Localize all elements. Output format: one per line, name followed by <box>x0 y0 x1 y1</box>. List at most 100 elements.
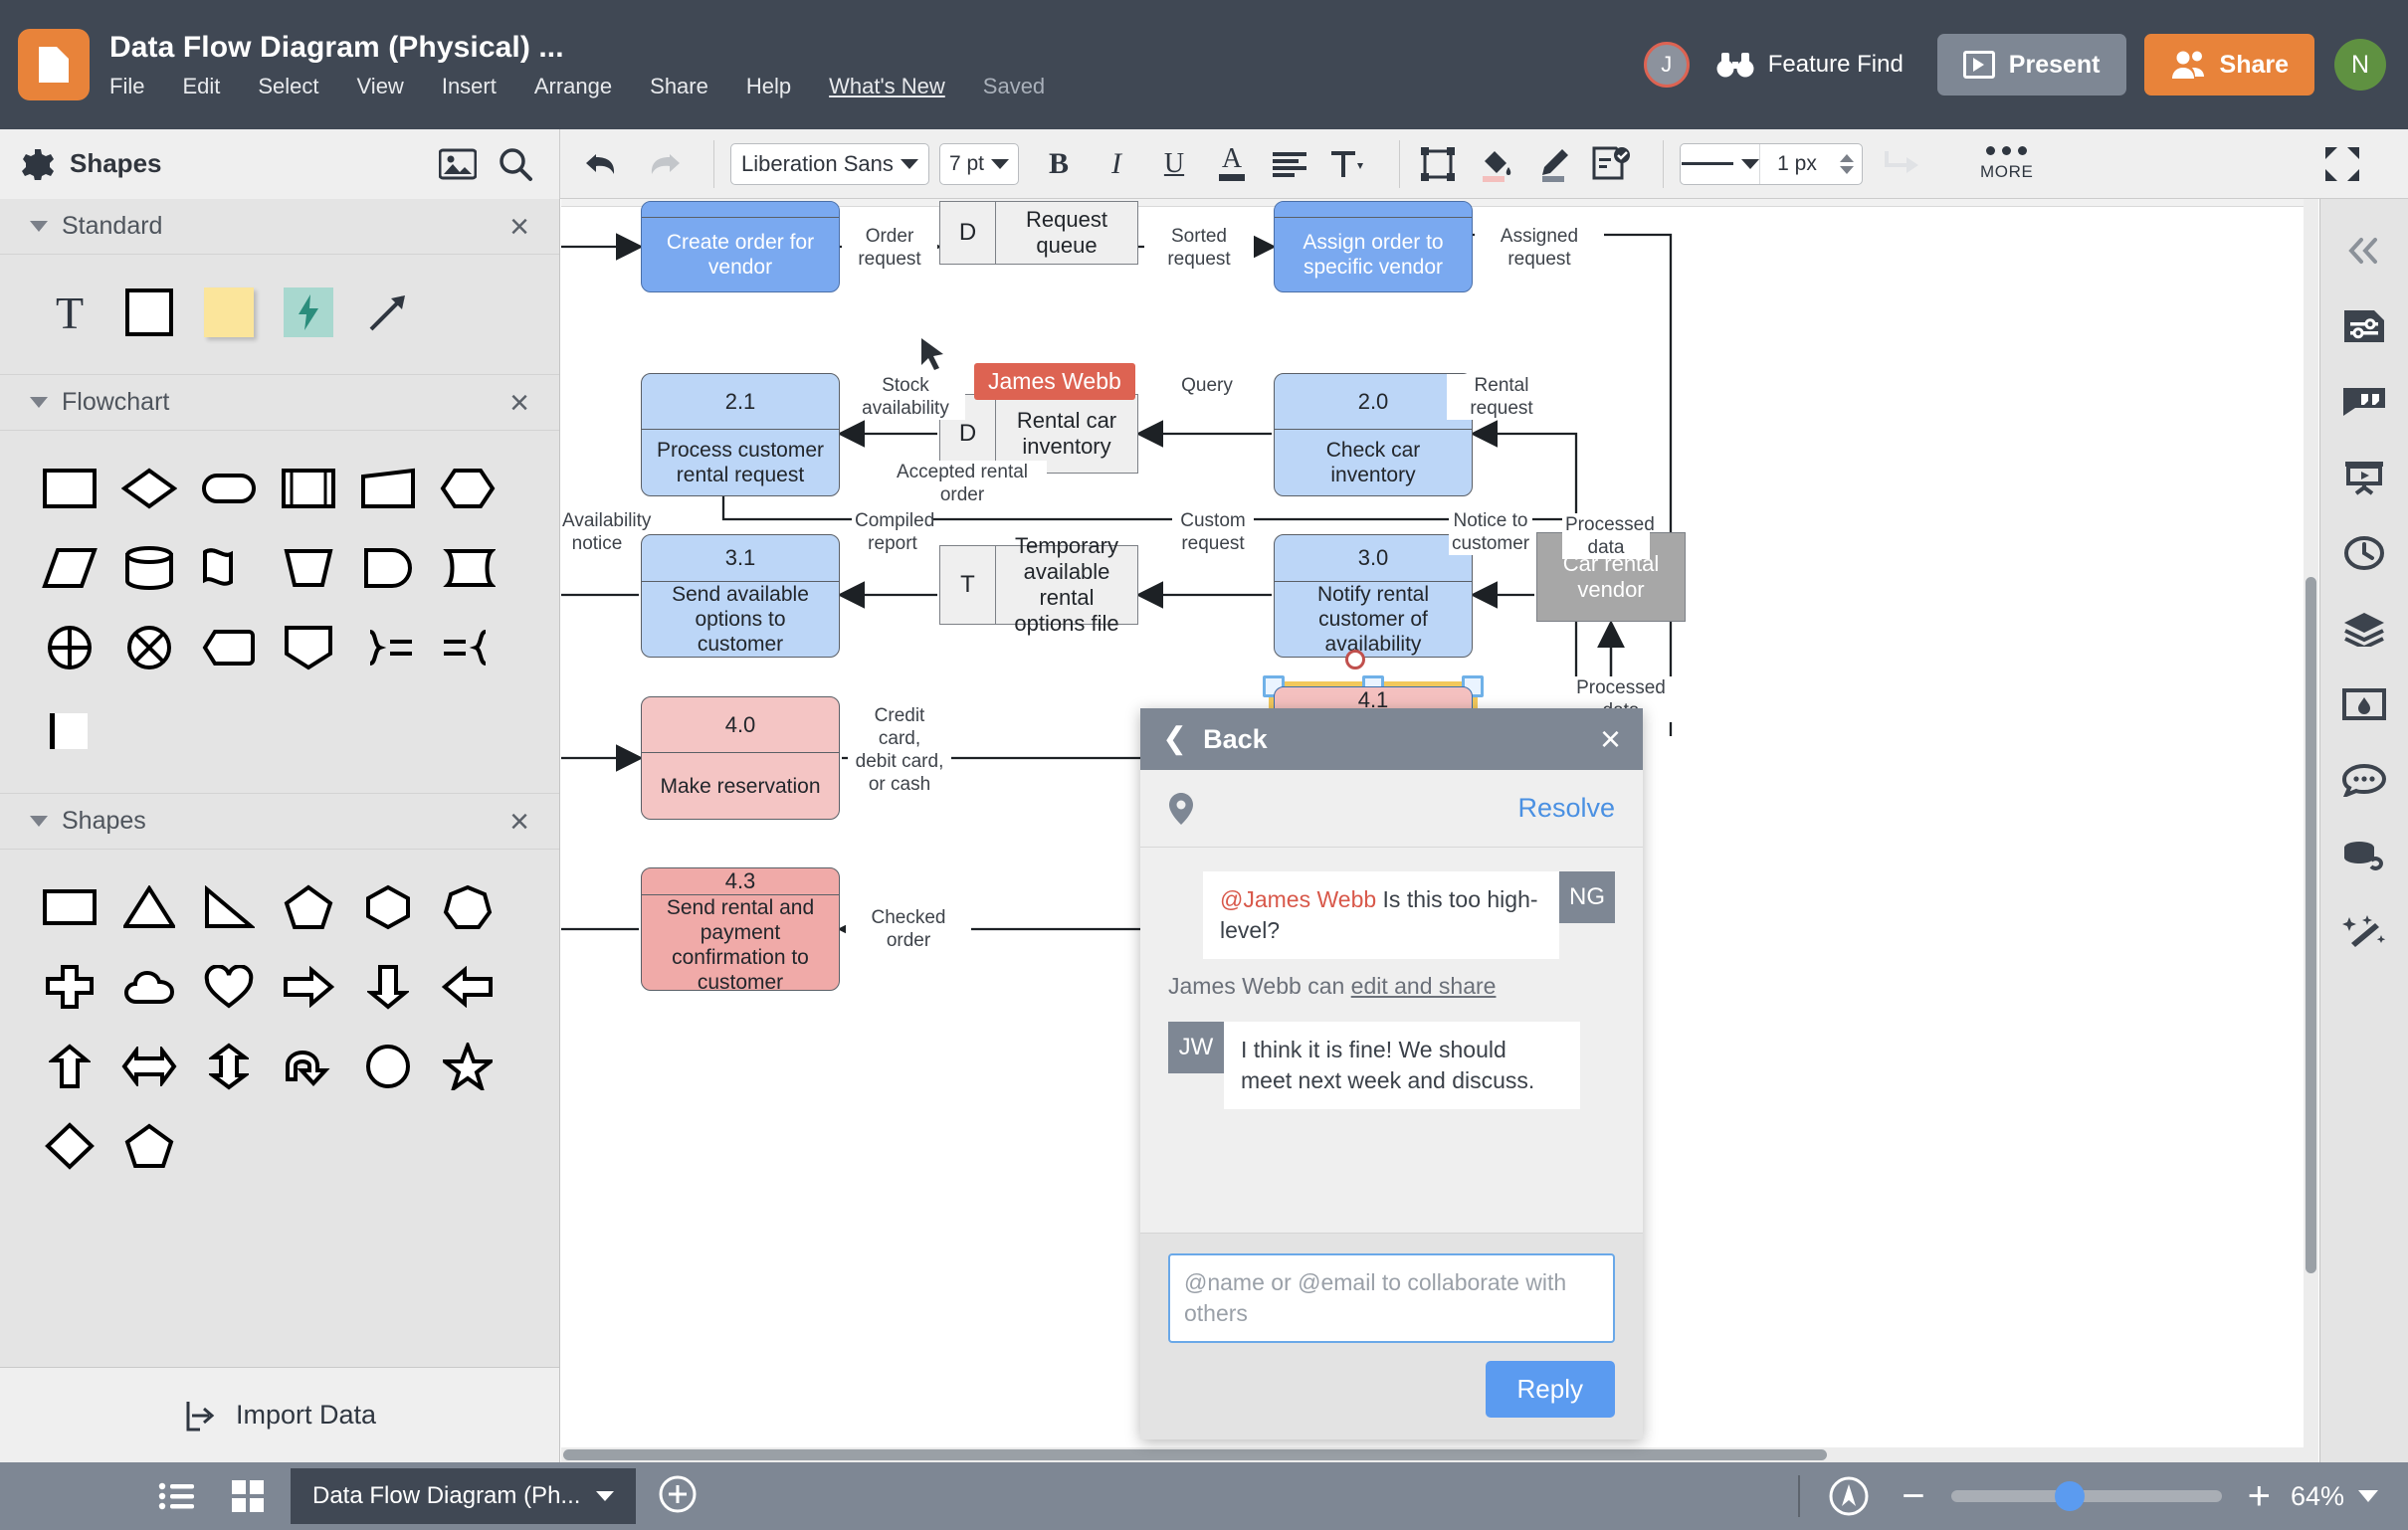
shape-database-cylinder[interactable] <box>109 528 189 608</box>
shape-rectangle[interactable] <box>109 273 189 352</box>
back-button[interactable]: Back <box>1203 724 1268 755</box>
vertical-scrollbar[interactable] <box>2304 199 2318 1462</box>
shape-summing-junction[interactable] <box>30 608 109 687</box>
resolve-button[interactable]: Resolve <box>1517 793 1615 824</box>
feature-find-button[interactable]: Feature Find <box>1715 51 1904 79</box>
line-style-select[interactable] <box>1681 143 1760 184</box>
reply-button[interactable]: Reply <box>1485 1361 1615 1418</box>
section-header-standard[interactable]: Standard × <box>0 199 559 255</box>
horizontal-scrollbar[interactable] <box>561 1447 2318 1462</box>
shape-arrow-left[interactable] <box>428 947 507 1027</box>
menu-insert[interactable]: Insert <box>442 74 497 99</box>
chevron-down-icon[interactable] <box>2358 1490 2378 1502</box>
search-icon[interactable] <box>492 140 539 188</box>
close-icon[interactable]: × <box>509 210 529 244</box>
process-node[interactable]: 3.0 Notify rental customer of availabili… <box>1274 534 1473 658</box>
menu-whats-new[interactable]: What's New <box>829 74 945 99</box>
user-avatar[interactable]: N <box>2334 39 2386 91</box>
zoom-slider-thumb[interactable] <box>2054 1481 2085 1511</box>
line-color-button[interactable] <box>1531 142 1575 186</box>
edit-and-share-link[interactable]: edit and share <box>1351 973 1497 999</box>
line-width-stepper[interactable] <box>1840 153 1854 174</box>
shape-circle[interactable] <box>348 1027 428 1106</box>
fill-color-button[interactable] <box>1474 142 1517 186</box>
page-title[interactable]: Data Flow Diagram (Physical) ... <box>109 30 1045 66</box>
shape-sticky-note[interactable] <box>189 273 269 352</box>
shape-internal-storage[interactable] <box>189 608 269 687</box>
menu-file[interactable]: File <box>109 74 144 99</box>
data-link-icon[interactable] <box>2328 818 2400 893</box>
redo-button[interactable] <box>640 142 684 186</box>
share-button[interactable]: Share <box>2143 34 2314 96</box>
text-align-button[interactable] <box>1268 142 1311 186</box>
shape-hexagon[interactable] <box>348 867 428 947</box>
close-icon[interactable]: × <box>509 805 529 839</box>
italic-button[interactable]: I <box>1095 142 1138 186</box>
shape-arrow[interactable] <box>348 273 428 352</box>
shape-pentagon[interactable] <box>269 867 348 947</box>
shape-star[interactable] <box>428 1027 507 1106</box>
undo-button[interactable] <box>582 142 626 186</box>
shape-trapezoid-manual-op[interactable] <box>348 449 428 528</box>
font-size-select[interactable]: 7 pt <box>939 142 1019 185</box>
add-page-icon[interactable] <box>658 1474 698 1519</box>
shape-terminator-rounded[interactable] <box>189 449 269 528</box>
fullscreen-button[interactable] <box>2320 142 2364 186</box>
data-store[interactable]: D Request queue <box>939 201 1138 265</box>
process-node[interactable]: 2.0 Check car inventory <box>1274 373 1473 496</box>
shape-arrow-down[interactable] <box>348 947 428 1027</box>
list-view-icon[interactable] <box>149 1469 203 1523</box>
data-store[interactable]: T Temporary available rental options fil… <box>939 533 1138 636</box>
shape-rectangle-2[interactable] <box>30 867 109 947</box>
bold-button[interactable]: B <box>1037 142 1081 186</box>
shape-heptagon[interactable] <box>428 867 507 947</box>
connection-point-top[interactable] <box>1345 650 1365 669</box>
menu-help[interactable]: Help <box>746 74 791 99</box>
shape-arrow-up[interactable] <box>30 1027 109 1106</box>
import-data-button[interactable]: Import Data <box>0 1367 559 1462</box>
shape-lightning[interactable] <box>269 273 348 352</box>
close-icon[interactable]: × <box>509 386 529 420</box>
line-style-control[interactable]: 1 px <box>1680 142 1863 185</box>
shape-card[interactable] <box>30 691 109 771</box>
shape-text[interactable]: T <box>30 273 109 352</box>
shape-data-button[interactable] <box>1589 142 1633 186</box>
shape-pentagon-2[interactable] <box>109 1106 189 1186</box>
process-node[interactable]: 3.1 Send available options to customer <box>641 534 840 658</box>
zoom-in-button[interactable]: + <box>2248 1476 2271 1516</box>
shape-merge-right-bracket[interactable] <box>428 608 507 687</box>
shape-arrow-u-turn[interactable] <box>269 1027 348 1106</box>
process-node[interactable]: Assign order to specific vendor <box>1274 201 1473 292</box>
text-options-button[interactable] <box>1325 142 1369 186</box>
line-jump-button[interactable] <box>1879 142 1922 186</box>
present-button[interactable]: Present <box>1936 34 2126 96</box>
scrollbar-thumb[interactable] <box>563 1449 1827 1460</box>
underline-button[interactable]: U <box>1152 142 1196 186</box>
shape-merge-left-bracket[interactable] <box>348 608 428 687</box>
shape-decision-diamond[interactable] <box>109 449 189 528</box>
shape-arrow-left-right[interactable] <box>109 1027 189 1106</box>
shape-cloud[interactable] <box>109 947 189 1027</box>
image-icon[interactable] <box>434 140 482 188</box>
compass-icon[interactable] <box>1822 1469 1876 1523</box>
shape-predefined-process[interactable] <box>269 449 348 528</box>
shape-heart[interactable] <box>189 947 269 1027</box>
collaborator-avatar[interactable]: J <box>1643 42 1690 88</box>
font-color-button[interactable]: A <box>1210 142 1254 186</box>
shape-triangle[interactable] <box>109 867 189 947</box>
image-fill-icon[interactable] <box>2328 667 2400 742</box>
shape-frame-button[interactable] <box>1416 142 1460 186</box>
shape-extract-shield[interactable] <box>269 608 348 687</box>
page-tab[interactable]: Data Flow Diagram (Ph... <box>291 1468 637 1524</box>
shape-preparation-hexagon[interactable] <box>428 449 507 528</box>
section-header-flowchart[interactable]: Flowchart × <box>0 375 559 431</box>
shape-cross[interactable] <box>30 947 109 1027</box>
revision-history-icon[interactable] <box>2328 515 2400 591</box>
chevron-left-icon[interactable]: ❮ <box>1162 724 1187 754</box>
zoom-out-button[interactable]: − <box>1902 1476 1924 1516</box>
process-node[interactable]: 4.3 Send rental and payment confirmation… <box>641 867 840 991</box>
menu-share[interactable]: Share <box>650 74 708 99</box>
shape-document-wave[interactable] <box>189 528 269 608</box>
shape-right-triangle[interactable] <box>189 867 269 947</box>
close-icon[interactable]: × <box>1600 721 1621 757</box>
